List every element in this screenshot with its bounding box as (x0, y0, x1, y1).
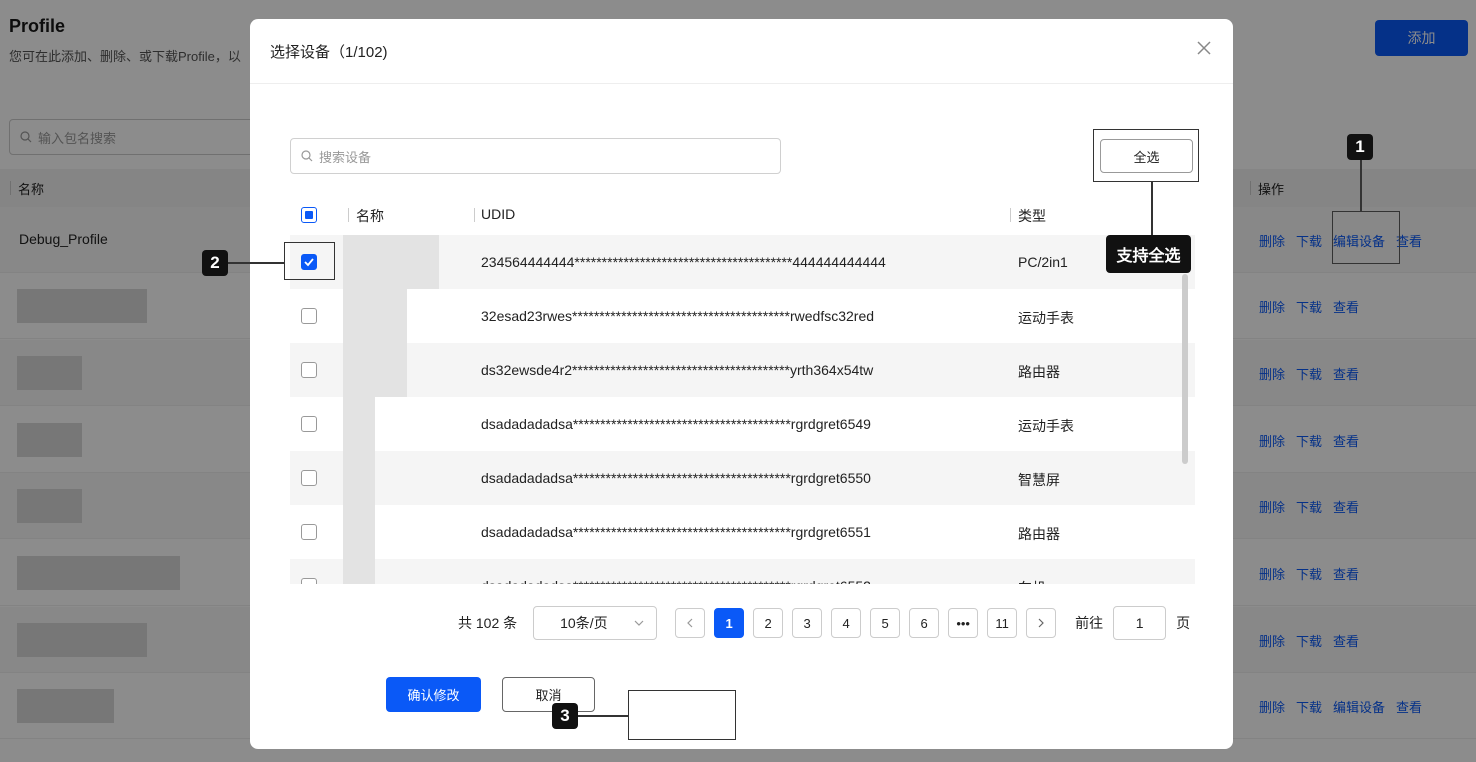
device-table: 名称 UDID 类型 234564444444*****************… (290, 195, 1195, 584)
redacted-device-name (343, 343, 407, 397)
annotation-badge-1: 1 (1347, 134, 1373, 160)
annotation-line-3 (578, 715, 628, 717)
header-checkbox[interactable] (301, 207, 317, 223)
device-row[interactable]: dsadadadadsa****************************… (290, 451, 1195, 505)
redacted-device-name (343, 559, 375, 584)
goto-label: 前往 (1075, 615, 1104, 631)
page-button[interactable]: 11 (987, 608, 1018, 638)
page-suffix: 页 (1176, 615, 1191, 631)
device-row[interactable]: ds32ewsde4r2****************************… (290, 343, 1195, 397)
page-size-value: 10条/页 (560, 615, 608, 631)
device-type: PC/2in1 (1018, 254, 1068, 270)
page-button[interactable]: 2 (753, 608, 784, 638)
redacted-device-name (343, 397, 375, 451)
redacted-device-name (343, 289, 407, 343)
select-device-dialog: 选择设备（1/102) 搜索设备 全选 名称 UDID 类型 234564444… (250, 19, 1233, 749)
chevron-right-icon[interactable] (1026, 608, 1057, 638)
device-checkbox[interactable] (301, 308, 317, 324)
page-button[interactable]: 6 (909, 608, 940, 638)
device-row[interactable]: dsadadadadsa****************************… (290, 559, 1195, 584)
more-pages-button[interactable]: ••• (948, 608, 979, 638)
device-checkbox[interactable] (301, 578, 317, 584)
redacted-device-name (343, 235, 439, 289)
device-type: 智慧屏 (1018, 472, 1060, 488)
device-type: 运动手表 (1018, 310, 1074, 326)
annotation-box-select-all (1093, 129, 1199, 182)
annotation-box-checkbox (284, 242, 335, 280)
device-checkbox[interactable] (301, 524, 317, 540)
device-type: 路由器 (1018, 526, 1060, 542)
close-icon[interactable] (1193, 37, 1215, 59)
device-row[interactable]: 234564444444****************************… (290, 235, 1195, 289)
page-button[interactable]: 4 (831, 608, 862, 638)
dialog-title: 选择设备（1/102) (270, 44, 388, 61)
device-checkbox[interactable] (301, 470, 317, 486)
annotation-badge-3: 3 (552, 703, 578, 729)
total-count: 共 102 条 (458, 615, 518, 631)
device-type: 车机 (1018, 578, 1046, 584)
column-type: 类型 (1018, 208, 1046, 224)
device-checkbox[interactable] (301, 416, 317, 432)
device-udid: dsadadadadsa****************************… (481, 578, 871, 584)
search-placeholder: 搜索设备 (319, 149, 372, 165)
redacted-device-name (343, 451, 375, 505)
device-udid: dsadadadadsa****************************… (481, 524, 871, 540)
annotation-callout: 支持全选 (1106, 235, 1191, 273)
confirm-button[interactable]: 确认修改 (386, 677, 481, 712)
column-udid: UDID (481, 206, 516, 222)
device-type: 运动手表 (1018, 418, 1074, 434)
page-button[interactable]: 1 (714, 608, 745, 638)
annotation-line-callout (1151, 182, 1153, 235)
annotation-box-edit-devices (1332, 211, 1400, 264)
goto-page-input[interactable]: 1 (1113, 606, 1167, 640)
device-udid: 32esad23rwes****************************… (481, 308, 875, 324)
redacted-device-name (343, 505, 375, 559)
table-scrollbar[interactable] (1182, 274, 1188, 464)
annotation-badge-2: 2 (202, 250, 228, 276)
annotation-line-1 (1360, 160, 1362, 211)
device-row[interactable]: 32esad23rwes****************************… (290, 289, 1195, 343)
device-udid: dsadadadadsa****************************… (481, 470, 871, 486)
device-udid: dsadadadadsa****************************… (481, 416, 871, 432)
device-udid: 234564444444****************************… (481, 254, 886, 270)
annotation-line-2 (228, 262, 284, 264)
device-row[interactable]: dsadadadadsa****************************… (290, 505, 1195, 559)
search-icon (301, 150, 313, 162)
device-search-input[interactable]: 搜索设备 (290, 138, 781, 174)
cancel-button[interactable]: 取消 (502, 677, 595, 712)
chevron-left-icon[interactable] (675, 608, 706, 638)
chevron-down-icon (634, 620, 644, 626)
pagination: 共 102 条 10条/页 1 2 3 4 5 6 ••• 11 前往 1 页 (458, 606, 1190, 640)
page-size-select[interactable]: 10条/页 (533, 606, 658, 640)
page-button[interactable]: 3 (792, 608, 823, 638)
device-udid: ds32ewsde4r2****************************… (481, 362, 874, 378)
device-checkbox[interactable] (301, 362, 317, 378)
divider (250, 83, 1233, 84)
annotation-box-confirm (628, 690, 736, 740)
device-table-header: 名称 UDID 类型 (290, 195, 1195, 235)
device-row[interactable]: dsadadadadsa****************************… (290, 397, 1195, 451)
device-type: 路由器 (1018, 364, 1060, 380)
column-name: 名称 (356, 208, 384, 224)
page-button[interactable]: 5 (870, 608, 901, 638)
